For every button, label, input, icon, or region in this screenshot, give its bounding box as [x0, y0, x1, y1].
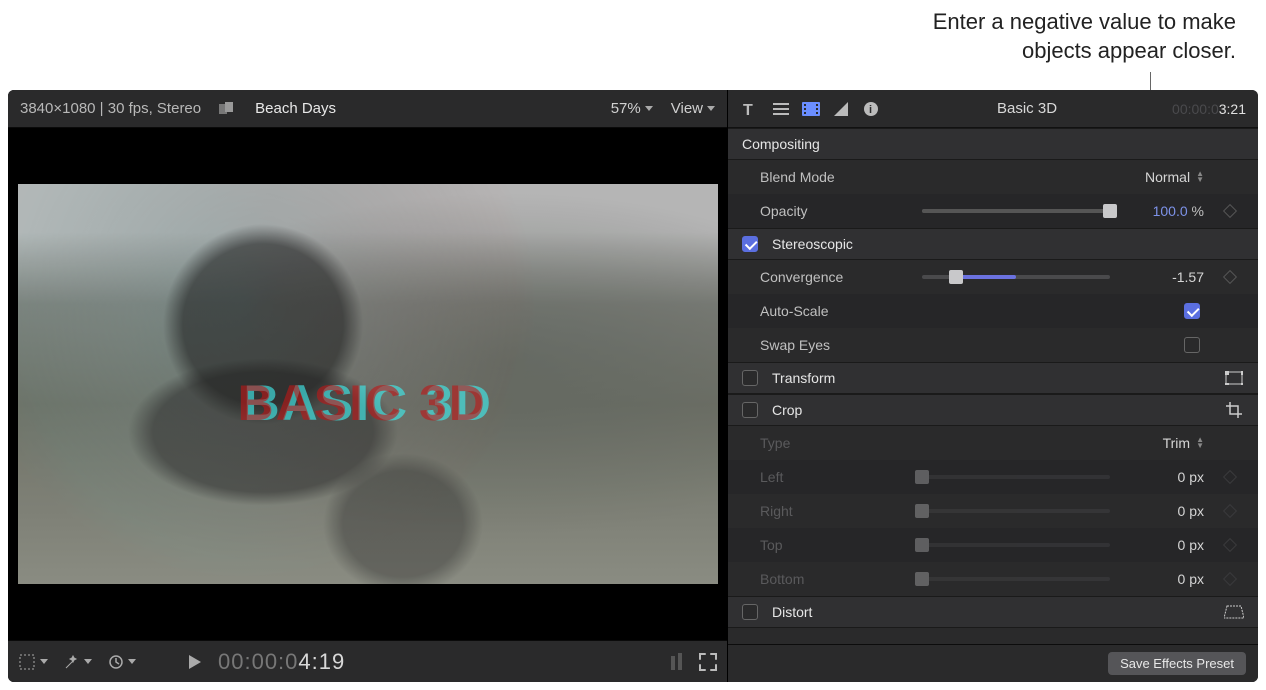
crop-left-value[interactable]: 0 px — [1120, 469, 1210, 485]
tab-text[interactable]: T — [740, 99, 762, 119]
swap-eyes-checkbox[interactable] — [1184, 337, 1200, 353]
row-crop-top: Top 0 px — [728, 528, 1258, 562]
section-stereoscopic: Stereoscopic — [728, 228, 1258, 260]
keyframe-icon[interactable] — [1223, 204, 1237, 218]
playhead-timecode[interactable]: 00:00:04:19 — [218, 649, 345, 675]
inspector-header: T i Basic 3D 00:00:03:21 — [728, 90, 1258, 128]
stereoscopic-toggle[interactable] — [742, 236, 758, 252]
keyframe-icon[interactable] — [1223, 504, 1237, 518]
svg-text:i: i — [869, 104, 872, 116]
inspector-pane: T i Basic 3D 00:00:03:21 — [728, 90, 1258, 682]
blend-mode-dropdown[interactable]: Normal▲▼ — [1120, 169, 1210, 185]
row-auto-scale: Auto-Scale — [728, 294, 1258, 328]
crop-bottom-label: Bottom — [742, 571, 912, 587]
crop-top-label: Top — [742, 537, 912, 553]
retime-tool-dropdown[interactable] — [108, 654, 136, 670]
opacity-slider[interactable] — [922, 209, 1110, 213]
swap-eyes-label: Swap Eyes — [742, 337, 912, 353]
view-label: View — [671, 100, 703, 117]
app-window: 3840×1080 | 30 fps, Stereo Beach Days 57… — [8, 90, 1258, 682]
opacity-label: Opacity — [742, 203, 912, 219]
blend-mode-label: Blend Mode — [742, 169, 912, 185]
inspector-footer: Save Effects Preset — [728, 644, 1258, 682]
chevron-down-icon — [645, 106, 653, 111]
inspector-body: Compositing Blend Mode Normal▲▼ Opacity … — [728, 128, 1258, 644]
save-effects-preset-button[interactable]: Save Effects Preset — [1108, 652, 1246, 675]
section-compositing: Compositing — [728, 128, 1258, 160]
row-blend-mode: Blend Mode Normal▲▼ — [728, 160, 1258, 194]
transform-reset-icon[interactable] — [1224, 370, 1244, 386]
chevron-down-icon — [84, 659, 92, 664]
crop-bottom-slider[interactable] — [922, 577, 1110, 581]
row-crop-left: Left 0 px — [728, 460, 1258, 494]
title-3d-overlay: BASIC 3D — [238, 374, 487, 432]
crop-icon[interactable] — [1224, 402, 1244, 418]
zoom-dropdown[interactable]: 57% — [611, 100, 653, 117]
chevron-down-icon — [707, 106, 715, 111]
viewer-footer: 00:00:04:19 — [8, 640, 727, 682]
row-opacity: Opacity 100.0 % — [728, 194, 1258, 228]
viewer-clip-title: Beach Days — [255, 100, 336, 117]
anaglyph-preview: BASIC 3D — [18, 184, 718, 584]
inspector-timecode: 00:00:03:21 — [1172, 101, 1246, 117]
fullscreen-icon[interactable] — [699, 653, 717, 671]
row-crop-bottom: Bottom 0 px — [728, 562, 1258, 596]
chevron-down-icon — [128, 659, 136, 664]
viewer-canvas[interactable]: BASIC 3D — [8, 128, 727, 640]
row-swap-eyes: Swap Eyes — [728, 328, 1258, 362]
keyframe-icon[interactable] — [1223, 538, 1237, 552]
convergence-slider[interactable] — [922, 275, 1110, 279]
crop-bottom-value[interactable]: 0 px — [1120, 571, 1210, 587]
viewer-pane: 3840×1080 | 30 fps, Stereo Beach Days 57… — [8, 90, 728, 682]
audio-meters-icon[interactable] — [669, 652, 685, 672]
callout-text: Enter a negative value to make objects a… — [933, 8, 1236, 65]
tab-color[interactable] — [830, 99, 852, 119]
distort-toggle[interactable] — [742, 604, 758, 620]
tab-generator[interactable] — [770, 99, 792, 119]
callout-line-1: Enter a negative value to make — [933, 8, 1236, 37]
convergence-value[interactable]: -1.57 — [1120, 269, 1210, 285]
transform-tool-dropdown[interactable] — [18, 653, 48, 671]
crop-right-label: Right — [742, 503, 912, 519]
view-dropdown[interactable]: View — [671, 100, 715, 117]
keyframe-icon[interactable] — [1223, 572, 1237, 586]
opacity-value[interactable]: 100.0 % — [1120, 203, 1210, 219]
transform-toggle[interactable] — [742, 370, 758, 386]
viewer-info-text: 3840×1080 | 30 fps, Stereo — [20, 100, 201, 117]
angle-icon[interactable] — [219, 102, 237, 116]
auto-scale-checkbox[interactable] — [1184, 303, 1200, 319]
crop-top-value[interactable]: 0 px — [1120, 537, 1210, 553]
inspector-tabs: T i — [740, 99, 882, 119]
chevron-down-icon — [40, 659, 48, 664]
section-crop: Crop — [728, 394, 1258, 426]
crop-toggle[interactable] — [742, 402, 758, 418]
auto-scale-label: Auto-Scale — [742, 303, 912, 319]
crop-type-label: Type — [742, 435, 912, 451]
section-transform: Transform — [728, 362, 1258, 394]
viewer-header: 3840×1080 | 30 fps, Stereo Beach Days 57… — [8, 90, 727, 128]
convergence-label: Convergence — [742, 269, 912, 285]
crop-top-slider[interactable] — [922, 543, 1110, 547]
crop-left-slider[interactable] — [922, 475, 1110, 479]
row-convergence: Convergence -1.57 — [728, 260, 1258, 294]
svg-text:T: T — [743, 102, 753, 117]
inspector-clip-name: Basic 3D — [997, 100, 1057, 117]
enhance-tool-dropdown[interactable] — [64, 654, 92, 670]
play-button[interactable] — [188, 654, 202, 670]
tab-video[interactable] — [800, 99, 822, 119]
tab-info[interactable]: i — [860, 99, 882, 119]
crop-right-value[interactable]: 0 px — [1120, 503, 1210, 519]
callout-line-2: objects appear closer. — [933, 37, 1236, 66]
zoom-value: 57% — [611, 100, 641, 117]
section-distort: Distort — [728, 596, 1258, 628]
crop-type-dropdown[interactable]: Trim▲▼ — [1120, 435, 1210, 451]
row-crop-right: Right 0 px — [728, 494, 1258, 528]
keyframe-icon[interactable] — [1223, 270, 1237, 284]
keyframe-icon[interactable] — [1223, 470, 1237, 484]
row-crop-type: Type Trim▲▼ — [728, 426, 1258, 460]
distort-icon[interactable] — [1224, 604, 1244, 620]
crop-right-slider[interactable] — [922, 509, 1110, 513]
crop-left-label: Left — [742, 469, 912, 485]
